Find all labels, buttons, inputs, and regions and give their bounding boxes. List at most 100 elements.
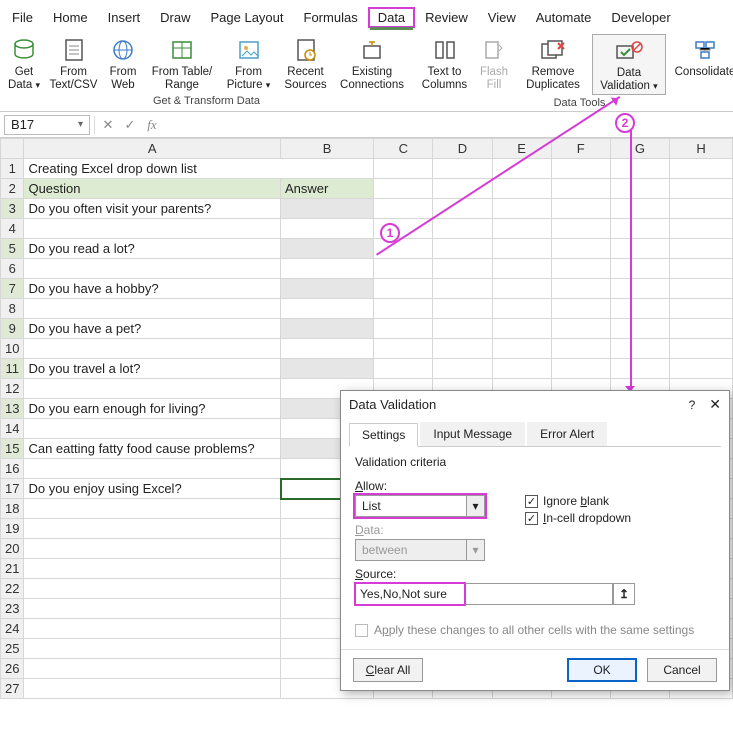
cell[interactable]	[670, 259, 733, 279]
cell[interactable]	[610, 259, 669, 279]
question-cell[interactable]: Do you have a hobby?	[24, 279, 281, 299]
title-cell[interactable]: Creating Excel drop down list	[24, 159, 374, 179]
row-header-14[interactable]: 14	[1, 419, 24, 439]
cell[interactable]	[551, 279, 610, 299]
menu-formulas[interactable]: Formulas	[294, 7, 368, 28]
row-header-23[interactable]: 23	[1, 599, 24, 619]
question-cell[interactable]	[24, 539, 281, 559]
fx-icon[interactable]: fx	[143, 117, 161, 133]
row-header-9[interactable]: 9	[1, 319, 24, 339]
row-header-11[interactable]: 11	[1, 359, 24, 379]
row-header-5[interactable]: 5	[1, 239, 24, 259]
cell[interactable]	[433, 219, 492, 239]
cell[interactable]	[610, 319, 669, 339]
existing-conn-button[interactable]: ExistingConnections	[335, 34, 409, 93]
cell[interactable]	[610, 279, 669, 299]
question-cell[interactable]: Can eatting fatty food cause problems?	[24, 439, 281, 459]
cell[interactable]	[610, 299, 669, 319]
answer-cell[interactable]	[281, 239, 374, 259]
formula-input[interactable]	[165, 115, 729, 135]
menu-automate[interactable]: Automate	[526, 7, 602, 28]
cancel-x-icon[interactable]: ✕	[99, 117, 117, 133]
answer-cell[interactable]	[281, 319, 374, 339]
cell[interactable]	[610, 239, 669, 259]
answer-cell[interactable]	[281, 199, 374, 219]
menu-draw[interactable]: Draw	[150, 7, 200, 28]
cell[interactable]	[492, 239, 551, 259]
cell[interactable]	[433, 279, 492, 299]
menu-page-layout[interactable]: Page Layout	[201, 7, 294, 28]
source-input[interactable]: Yes,No,Not sure	[355, 583, 465, 605]
cell[interactable]	[610, 359, 669, 379]
row-header-4[interactable]: 4	[1, 219, 24, 239]
cell[interactable]	[374, 319, 433, 339]
answer-cell[interactable]	[281, 359, 374, 379]
cell[interactable]	[492, 199, 551, 219]
cell[interactable]	[610, 219, 669, 239]
check-icon[interactable]: ✓	[121, 117, 139, 133]
row-header-21[interactable]: 21	[1, 559, 24, 579]
cell[interactable]	[433, 259, 492, 279]
tab-input-message[interactable]: Input Message	[420, 422, 525, 446]
menu-developer[interactable]: Developer	[601, 7, 680, 28]
col-header-B[interactable]: B	[281, 139, 374, 159]
header-question[interactable]: Question	[24, 179, 281, 199]
text-to-columns-button[interactable]: Text toColumns	[417, 34, 472, 95]
row-header-8[interactable]: 8	[1, 299, 24, 319]
recent-sources-button[interactable]: RecentSources	[278, 34, 333, 93]
cell[interactable]	[492, 359, 551, 379]
cell[interactable]	[433, 159, 492, 179]
from-picture-button[interactable]: FromPicture ▾	[221, 34, 276, 93]
row-header-6[interactable]: 6	[1, 259, 24, 279]
answer-cell[interactable]	[281, 219, 374, 239]
question-cell[interactable]: Do you have a pet?	[24, 319, 281, 339]
row-header-10[interactable]: 10	[1, 339, 24, 359]
ignore-blank-checkbox[interactable]: ✓ Ignore blank	[525, 494, 631, 508]
cancel-button[interactable]: Cancel	[647, 658, 717, 682]
cell[interactable]	[492, 179, 551, 199]
answer-cell[interactable]	[281, 259, 374, 279]
row-header-3[interactable]: 3	[1, 199, 24, 219]
question-cell[interactable]	[24, 579, 281, 599]
flash-fill-button[interactable]: FlashFill	[474, 34, 514, 95]
get-data-button[interactable]: GetData ▾	[4, 34, 44, 93]
cell[interactable]	[492, 299, 551, 319]
col-header-C[interactable]: C	[374, 139, 433, 159]
cell[interactable]	[610, 339, 669, 359]
from-table-button[interactable]: From Table/Range	[145, 34, 219, 93]
cell[interactable]	[670, 199, 733, 219]
cell[interactable]	[433, 179, 492, 199]
cell[interactable]	[670, 239, 733, 259]
question-cell[interactable]	[24, 659, 281, 679]
col-header-E[interactable]: E	[492, 139, 551, 159]
cell[interactable]	[670, 219, 733, 239]
question-cell[interactable]: Do you travel a lot?	[24, 359, 281, 379]
cell[interactable]	[551, 319, 610, 339]
incell-dropdown-checkbox[interactable]: ✓ In-cell dropdown	[525, 511, 631, 525]
tab-error-alert[interactable]: Error Alert	[527, 422, 607, 446]
source-input-ext[interactable]	[465, 583, 613, 605]
menu-file[interactable]: File	[2, 7, 43, 28]
col-header-D[interactable]: D	[433, 139, 492, 159]
question-cell[interactable]	[24, 419, 281, 439]
row-header-13[interactable]: 13	[1, 399, 24, 419]
consolidate-button[interactable]: Consolidate	[668, 34, 733, 95]
question-cell[interactable]	[24, 459, 281, 479]
question-cell[interactable]	[24, 519, 281, 539]
question-cell[interactable]	[24, 599, 281, 619]
question-cell[interactable]	[24, 559, 281, 579]
cell[interactable]	[551, 259, 610, 279]
menu-data[interactable]: Data	[368, 7, 415, 28]
question-cell[interactable]: Do you earn enough for living?	[24, 399, 281, 419]
cell[interactable]	[670, 279, 733, 299]
menu-home[interactable]: Home	[43, 7, 98, 28]
cell[interactable]	[670, 339, 733, 359]
cell[interactable]	[374, 279, 433, 299]
cell[interactable]	[374, 359, 433, 379]
cell[interactable]	[492, 259, 551, 279]
menu-view[interactable]: View	[478, 7, 526, 28]
menu-insert[interactable]: Insert	[98, 7, 151, 28]
select-all-corner[interactable]	[1, 139, 24, 159]
row-header-7[interactable]: 7	[1, 279, 24, 299]
row-header-2[interactable]: 2	[1, 179, 24, 199]
